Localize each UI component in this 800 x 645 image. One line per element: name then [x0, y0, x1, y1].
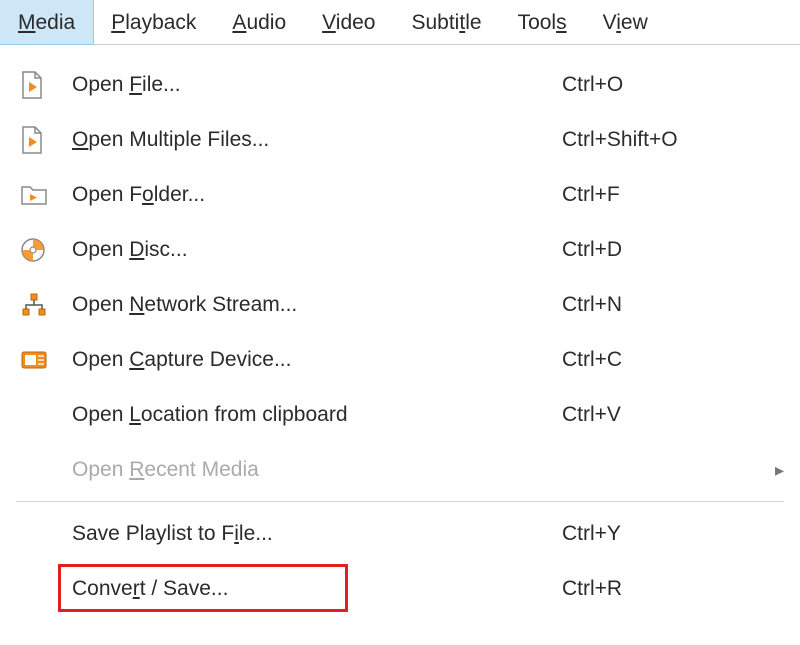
- menubar-item-label: Playback: [111, 11, 196, 35]
- menubar: Media Playback Audio Video Subtitle Tools View: [0, 0, 800, 45]
- menubar-item-audio[interactable]: Audio: [214, 0, 304, 44]
- file-play-icon: [16, 126, 60, 154]
- menu-item-label: Open Multiple Files...: [60, 128, 554, 152]
- menubar-item-label: Subtitle: [411, 11, 481, 35]
- menu-item-shortcut: Ctrl+V: [554, 403, 754, 427]
- file-play-icon: [16, 71, 60, 99]
- menu-item-save-playlist-to-file[interactable]: Save Playlist to File...Ctrl+Y: [6, 506, 794, 561]
- menubar-item-subtitle[interactable]: Subtitle: [393, 0, 499, 44]
- menu-item-open-capture-device[interactable]: Open Capture Device...Ctrl+C: [6, 332, 794, 387]
- menu-item-label: Open File...: [60, 73, 554, 97]
- chevron-right-icon: ▸: [754, 458, 784, 482]
- menubar-item-playback[interactable]: Playback: [93, 0, 214, 44]
- menu-item-label: Save Playlist to File...: [60, 522, 554, 546]
- menu-item-label: Convert / Save...: [60, 577, 554, 601]
- menubar-item-tools[interactable]: Tools: [500, 0, 585, 44]
- capture-icon: [16, 349, 60, 371]
- menu-item-open-disc[interactable]: Open Disc...Ctrl+D: [6, 222, 794, 277]
- menu-item-shortcut: Ctrl+Y: [554, 522, 754, 546]
- menu-item-open-folder[interactable]: Open Folder...Ctrl+F: [6, 167, 794, 222]
- menu-item-shortcut: Ctrl+F: [554, 183, 754, 207]
- disc-icon: [16, 237, 60, 263]
- menu-item-label: Open Location from clipboard: [60, 403, 554, 427]
- folder-play-icon: [16, 183, 60, 207]
- menubar-item-label: Tools: [518, 11, 567, 35]
- menu-item-open-recent-media: Open Recent Media ▸: [6, 442, 794, 497]
- menu-item-shortcut: Ctrl+C: [554, 348, 754, 372]
- menubar-item-view[interactable]: View: [585, 0, 666, 44]
- menu-item-open-file[interactable]: Open File...Ctrl+O: [6, 57, 794, 112]
- menu-separator: [16, 501, 784, 502]
- menubar-item-label: Media: [18, 11, 75, 35]
- menu-item-label: Open Network Stream...: [60, 293, 554, 317]
- menu-item-shortcut: Ctrl+O: [554, 73, 754, 97]
- menu-item-label: Open Disc...: [60, 238, 554, 262]
- menubar-item-video[interactable]: Video: [304, 0, 393, 44]
- menu-item-shortcut: Ctrl+R: [554, 577, 754, 601]
- menubar-item-label: Video: [322, 11, 375, 35]
- menu-item-label: Open Capture Device...: [60, 348, 554, 372]
- menu-item-shortcut: Ctrl+N: [554, 293, 754, 317]
- menu-item-open-network-stream[interactable]: Open Network Stream...Ctrl+N: [6, 277, 794, 332]
- menubar-item-media[interactable]: Media: [0, 0, 93, 44]
- network-icon: [16, 292, 60, 318]
- menubar-item-label: Audio: [232, 11, 286, 35]
- menu-item-label: Open Folder...: [60, 183, 554, 207]
- menu-item-shortcut: Ctrl+Shift+O: [554, 128, 754, 152]
- menu-item-open-multiple-files[interactable]: Open Multiple Files...Ctrl+Shift+O: [6, 112, 794, 167]
- menu-item-shortcut: Ctrl+D: [554, 238, 754, 262]
- menu-item-label: Open Recent Media: [60, 458, 554, 482]
- menu-item-convert-save[interactable]: Convert / Save...Ctrl+R: [6, 561, 794, 616]
- media-menu-dropdown: Open File...Ctrl+O Open Multiple Files..…: [0, 45, 800, 622]
- menubar-item-label: View: [603, 11, 648, 35]
- menu-item-open-location-from-clipboard[interactable]: Open Location from clipboardCtrl+V: [6, 387, 794, 442]
